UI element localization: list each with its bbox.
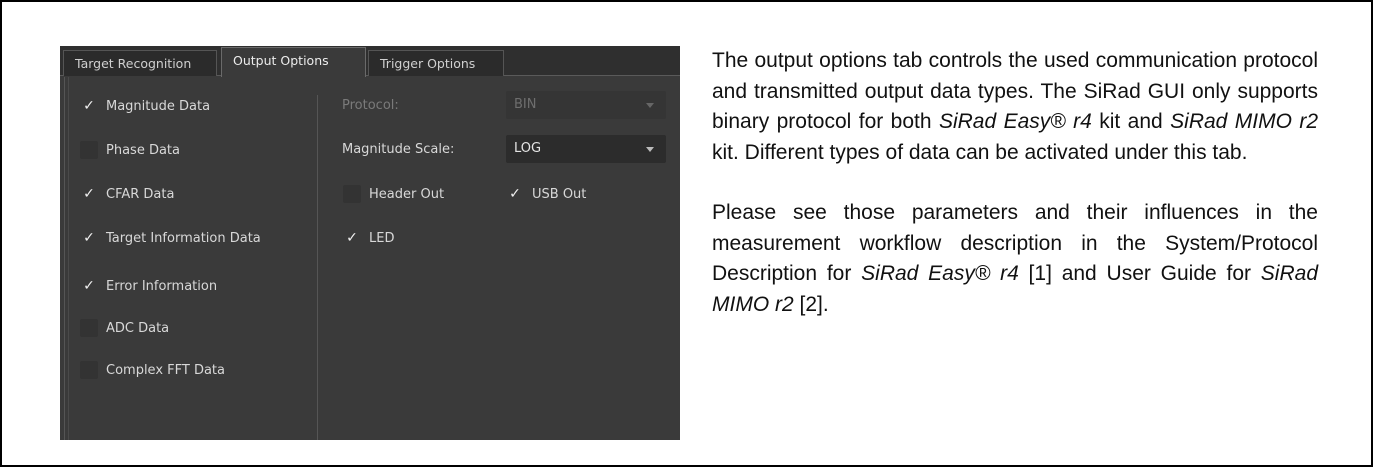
checkbox-target-information-data[interactable]: ✓ Target Information Data (80, 227, 261, 249)
protocol-value: BIN (514, 97, 537, 112)
check-icon[interactable]: ✓ (80, 277, 98, 295)
checkbox-header-out[interactable]: Header Out (343, 183, 444, 205)
protocol-select[interactable]: BIN (506, 91, 666, 119)
text-run: [1] and User Guide for (1018, 262, 1261, 285)
checkbox-label: Magnitude Data (106, 98, 211, 114)
check-icon[interactable]: ✓ (80, 97, 98, 115)
checkbox-complex-fft-data[interactable]: Complex FFT Data (80, 359, 225, 381)
description-paragraph-2: Please see those parameters and their in… (712, 198, 1318, 320)
checkbox-label: ADC Data (106, 320, 170, 336)
checkbox-adc-data[interactable]: ADC Data (80, 317, 169, 339)
tab-bar: Target Recognition Output Options Trigge… (60, 46, 680, 77)
column-divider (317, 95, 318, 440)
check-icon[interactable] (80, 141, 98, 159)
product-name: SiRad Easy® r4 (861, 262, 1019, 285)
check-icon[interactable] (343, 185, 361, 203)
tab-content-panel: ✓ Magnitude Data Phase Data ✓ CFAR Data … (60, 77, 680, 440)
checkbox-label: LED (369, 230, 395, 246)
magnitude-scale-value: LOG (514, 141, 542, 156)
description-text: The output options tab controls the used… (712, 46, 1318, 320)
checkbox-magnitude-data[interactable]: ✓ Magnitude Data (80, 95, 210, 117)
check-icon[interactable] (80, 319, 98, 337)
output-options-screenshot: Target Recognition Output Options Trigge… (60, 46, 680, 440)
checkbox-phase-data[interactable]: Phase Data (80, 139, 180, 161)
chevron-down-icon (646, 147, 654, 152)
text-run: kit. Different types of data can be acti… (712, 140, 1248, 164)
text-run: [2]. (793, 292, 829, 316)
checkbox-led[interactable]: ✓ LED (343, 227, 394, 249)
checkbox-label: Target Information Data (106, 230, 261, 246)
magnitude-scale-select[interactable]: LOG (506, 135, 666, 163)
checkbox-label: USB Out (532, 186, 587, 202)
check-icon[interactable]: ✓ (80, 229, 98, 247)
panel-border (64, 77, 69, 440)
product-name: SiRad MIMO r2 (1170, 110, 1319, 133)
checkbox-label: Error Information (106, 278, 218, 294)
chevron-down-icon (646, 103, 654, 108)
check-icon[interactable]: ✓ (80, 185, 98, 203)
checkbox-error-information[interactable]: ✓ Error Information (80, 275, 217, 297)
tab-output-options[interactable]: Output Options (221, 47, 366, 77)
tab-target-recognition[interactable]: Target Recognition (63, 50, 217, 76)
check-icon[interactable]: ✓ (506, 185, 524, 203)
check-icon[interactable] (80, 361, 98, 379)
checkbox-label: Header Out (369, 186, 445, 202)
checkbox-label: Phase Data (106, 142, 180, 158)
tab-trigger-options[interactable]: Trigger Options (368, 50, 504, 76)
check-icon[interactable]: ✓ (343, 229, 361, 247)
protocol-label: Protocol: (342, 98, 399, 113)
checkbox-label: Complex FFT Data (106, 362, 225, 378)
description-paragraph-1: The output options tab controls the used… (712, 46, 1318, 168)
text-run: kit and (1091, 110, 1171, 133)
magnitude-scale-label: Magnitude Scale: (342, 142, 455, 157)
checkbox-cfar-data[interactable]: ✓ CFAR Data (80, 183, 174, 205)
checkbox-label: CFAR Data (106, 186, 175, 202)
checkbox-usb-out[interactable]: ✓ USB Out (506, 183, 586, 205)
product-name: SiRad Easy® r4 (938, 110, 1092, 133)
